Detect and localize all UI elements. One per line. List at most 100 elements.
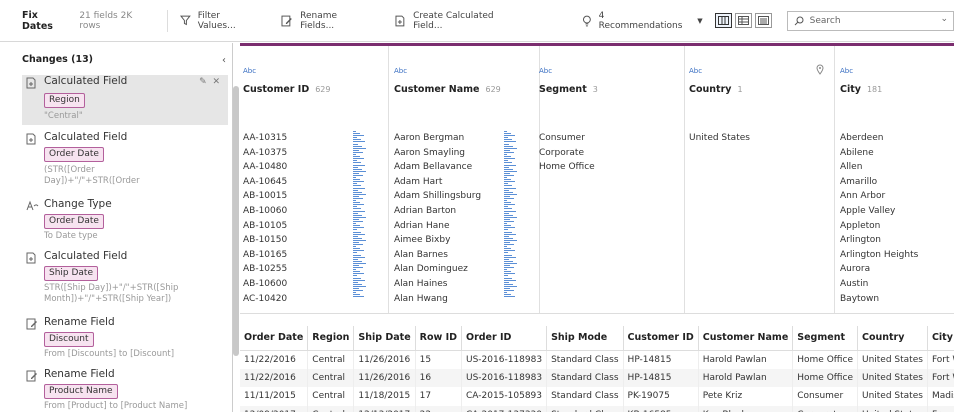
table-cell[interactable]: Fort Worth: [927, 368, 954, 388]
table-cell[interactable]: 22: [415, 405, 463, 412]
table-cell[interactable]: 11/18/2015: [353, 387, 416, 406]
table-cell[interactable]: United States: [857, 350, 928, 369]
changes-scrollbar[interactable]: [233, 86, 239, 356]
table-cell[interactable]: 15: [415, 350, 463, 369]
value-item[interactable]: AB-10600: [243, 277, 287, 292]
create-calculated-field-button[interactable]: Create Calculated Field...: [394, 11, 524, 31]
change-item[interactable]: Rename Field Product Name From [Product]…: [22, 368, 228, 412]
table-cell[interactable]: US-2016-118983: [461, 350, 548, 369]
table-cell[interactable]: HP-14815: [623, 368, 699, 388]
change-item[interactable]: Calculated Field ✎ ✕ Region "Central": [22, 75, 228, 125]
profile-card[interactable]: Abc Customer Name 629 Aaron Bergman Aaron Sm…: [391, 46, 540, 313]
edit-icon[interactable]: ✎: [199, 77, 207, 87]
summary-sparkline[interactable]: [504, 131, 518, 303]
value-item[interactable]: Aimee Bixby: [394, 233, 481, 248]
value-item[interactable]: AA-10480: [241, 160, 301, 175]
table-view-icon[interactable]: [734, 13, 752, 28]
table-cell[interactable]: Consumer: [792, 387, 858, 406]
column-header[interactable]: Order Date: [240, 326, 309, 351]
column-header[interactable]: Customer ID: [623, 326, 699, 351]
search-input[interactable]: [809, 15, 950, 26]
table-row[interactable]: 12/09/2017Central12/13/201722CA-2017-137…: [240, 405, 954, 412]
value-item[interactable]: AB-10150: [243, 233, 287, 248]
table-cell[interactable]: 12/09/2017: [240, 405, 309, 412]
table-cell[interactable]: Central: [307, 368, 355, 388]
close-icon[interactable]: ✕: [212, 77, 220, 87]
search-box[interactable]: [786, 10, 954, 31]
table-cell[interactable]: HP-14815: [623, 350, 699, 369]
profile-card[interactable]: Abc Country 1 United States: [686, 46, 835, 313]
value-item[interactable]: Adam Hart: [394, 175, 481, 190]
value-item[interactable]: Adrian Hane: [394, 219, 481, 234]
value-item[interactable]: Abilene: [840, 146, 918, 161]
filter-values-button[interactable]: Filter Values...: [179, 11, 260, 31]
value-item[interactable]: AB-10165: [243, 248, 287, 263]
value-item[interactable]: Adam Shillingsburg: [394, 189, 481, 204]
table-cell[interactable]: PK-19075: [623, 387, 699, 406]
table-cell[interactable]: 11/11/2015: [240, 387, 309, 406]
table-cell[interactable]: Central: [307, 387, 355, 406]
table-cell[interactable]: Standard Class: [546, 368, 624, 388]
value-item[interactable]: Baytown: [840, 292, 918, 307]
change-item[interactable]: Change Type Order Date To Date type: [22, 198, 228, 243]
table-cell[interactable]: 11/26/2016: [353, 350, 416, 369]
table-cell[interactable]: Pete Kriz: [698, 387, 794, 406]
table-cell[interactable]: Home Office: [792, 350, 858, 369]
column-header[interactable]: Country: [857, 326, 928, 351]
value-item[interactable]: Adrian Barton: [392, 204, 481, 219]
value-item[interactable]: AB-10015: [243, 189, 287, 204]
change-item[interactable]: Calculated Field Ship Date STR([Ship Day…: [22, 250, 228, 310]
table-cell[interactable]: Harold Pawlan: [698, 368, 794, 388]
value-item[interactable]: Austin: [840, 277, 918, 292]
value-item[interactable]: United States: [687, 131, 817, 146]
value-item[interactable]: Alan Dominguez: [394, 262, 481, 277]
value-item[interactable]: AA-10375: [243, 146, 287, 161]
table-cell[interactable]: Home Office: [792, 368, 858, 388]
column-header[interactable]: Segment: [792, 326, 858, 351]
table-row[interactable]: 11/11/2015 Central 11/18/2015 17 CA-2015-105…: [240, 387, 954, 406]
scroll-left-icon[interactable]: ◀: [483, 313, 489, 314]
profile-view-icon[interactable]: [714, 13, 732, 28]
table-cell[interactable]: Standard Class: [546, 387, 624, 406]
collapse-pane-icon[interactable]: ‹: [222, 55, 226, 66]
value-item[interactable]: Alan Barnes: [394, 248, 481, 263]
value-item[interactable]: Allen: [840, 160, 918, 175]
column-header[interactable]: Row ID: [415, 326, 463, 351]
change-item[interactable]: Rename Field Discount From [Discounts] t…: [22, 316, 228, 364]
value-item[interactable]: Home Office: [537, 160, 595, 175]
rename-fields-button[interactable]: Rename Fields...: [281, 11, 372, 31]
value-item[interactable]: Consumer: [537, 131, 667, 146]
table-cell[interactable]: US-2016-118983: [461, 368, 548, 388]
table-cell[interactable]: Fort Worth: [927, 350, 954, 369]
table-cell[interactable]: Harold Pawlan: [698, 350, 794, 369]
value-item[interactable]: Arlington Heights: [840, 248, 918, 263]
geographic-role-icon[interactable]: [816, 64, 824, 78]
table-row[interactable]: 11/22/2016 Central 11/26/2016 15 US-2016-118…: [240, 350, 954, 369]
value-item[interactable]: Aaron Bergman: [394, 131, 481, 146]
table-cell[interactable]: United States: [857, 387, 928, 406]
table-cell[interactable]: KB-16585: [623, 405, 699, 412]
table-cell[interactable]: Madison: [927, 387, 954, 406]
profile-card[interactable]: Abc Customer ID 629 AA-10315 AA-10375 AA-1048…: [240, 46, 389, 313]
column-header[interactable]: Order ID: [461, 326, 548, 351]
column-header[interactable]: Region: [307, 326, 355, 351]
column-header[interactable]: Ship Date: [353, 326, 416, 351]
table-cell[interactable]: Central: [307, 350, 355, 369]
table-cell[interactable]: 11/22/2016: [240, 368, 309, 388]
table-cell[interactable]: 11/26/2016: [353, 368, 416, 388]
profile-card[interactable]: Abc Segment 3 Consumer Corporate Home Office: [536, 46, 685, 313]
table-cell[interactable]: Ken Black: [698, 405, 794, 412]
table-cell[interactable]: Corporate: [792, 405, 858, 412]
table-cell[interactable]: Central: [307, 405, 355, 412]
table-cell[interactable]: CA-2015-105893: [461, 387, 548, 406]
value-item[interactable]: AC-10420: [243, 292, 287, 307]
table-cell[interactable]: CA-2017-137330: [461, 405, 548, 412]
table-cell[interactable]: Standard Class: [546, 350, 624, 369]
table-row[interactable]: 11/22/2016 Central 11/26/2016 16 US-2016-118…: [240, 368, 954, 388]
table-cell[interactable]: 12/13/2017: [353, 405, 416, 412]
column-header[interactable]: City: [927, 326, 954, 351]
value-item[interactable]: Aaron Smayling: [394, 146, 481, 161]
value-item[interactable]: Alan Hwang: [394, 292, 481, 307]
recommendations-dropdown[interactable]: 4 Recommendations ▼: [582, 11, 703, 31]
column-header[interactable]: Ship Mode: [546, 326, 624, 351]
